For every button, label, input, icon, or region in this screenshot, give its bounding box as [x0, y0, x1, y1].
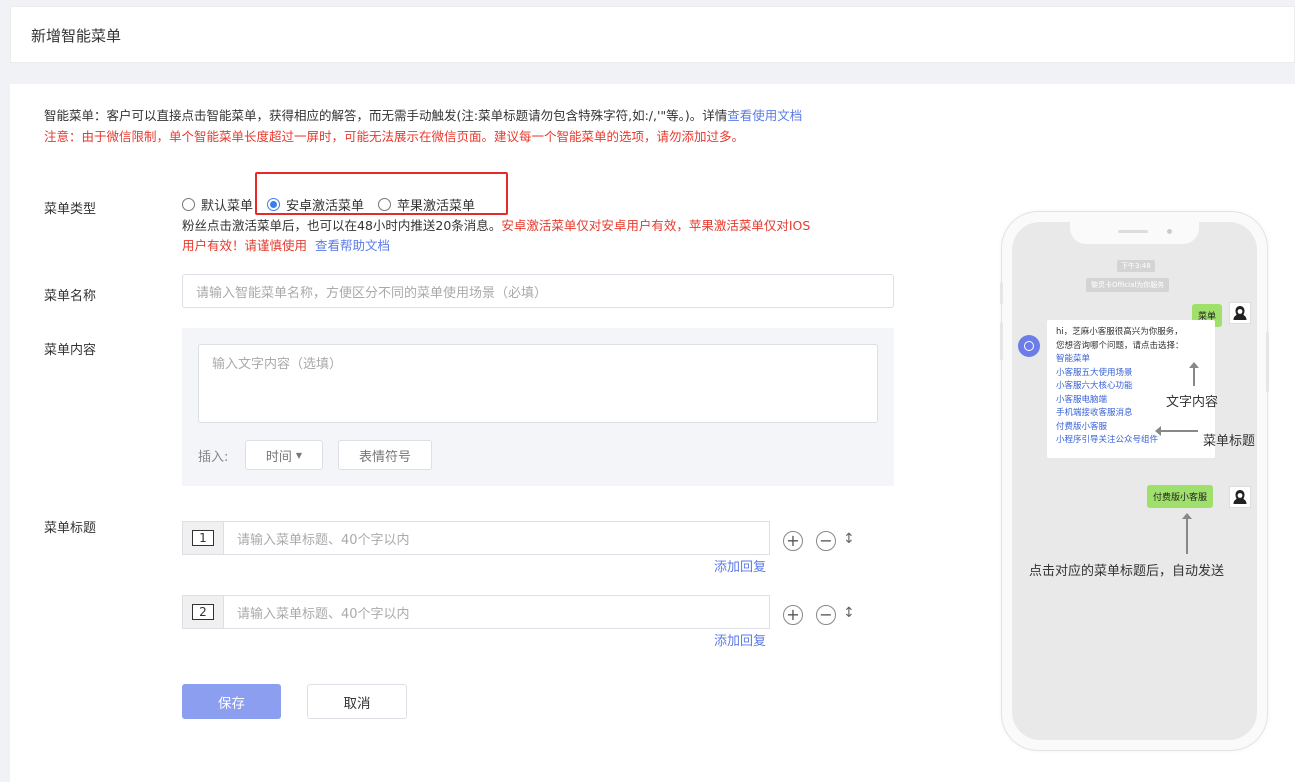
annotation-auto-send: 点击对应的菜单标题后，自动发送 — [1029, 564, 1225, 579]
arrow-head-icon — [1189, 362, 1199, 368]
phone-side-button — [1000, 282, 1003, 304]
row-number: 1 — [192, 530, 214, 546]
desc-text: 粉丝点击激活菜单后，也可以在48小时内推送20条消息。 — [182, 218, 502, 233]
menu-type-label: 菜单类型 — [44, 202, 97, 217]
annotation-arrow — [1193, 366, 1195, 386]
menu-title-input[interactable]: 请输入菜单标题、40个字以内 — [224, 596, 410, 628]
chat-system-msg: 黎灵卡Official为你服务 — [1086, 278, 1170, 292]
radio-default-menu[interactable]: 默认菜单 — [182, 195, 253, 214]
notice-warning: 注意：由于微信限制，单个智能菜单长度超过一屏时，可能无法展示在微信页面。建议每一… — [44, 129, 745, 144]
menu-name-placeholder: 请输入智能菜单名称，方便区分不同的菜单使用场景（必填） — [196, 285, 548, 301]
bot-greeting: hi，芝麻小客服很高兴为你服务， — [1056, 327, 1183, 337]
menu-title-row: 1 请输入菜单标题、40个字以内 — [182, 521, 770, 555]
user-avatar-icon — [1233, 306, 1247, 320]
menu-title-row: 2 请输入菜单标题、40个字以内 — [182, 595, 770, 629]
highlight-box — [255, 172, 508, 215]
help-doc-link[interactable]: 查看帮助文档 — [315, 238, 390, 253]
bot-avatar — [1018, 335, 1040, 357]
annotation-menu-title: 菜单标题 — [1203, 434, 1256, 449]
bot-menu-link: 小程序引导关注公众号组件 — [1056, 435, 1159, 445]
bot-menu-link: 小客服五大使用场景 — [1056, 367, 1133, 378]
user-message: 付费版小客服 — [1147, 485, 1214, 508]
bot-message: hi，芝麻小客服很高兴为你服务， 您想咨询哪个问题，请点击选择： 智能菜单 小客… — [1047, 320, 1215, 458]
menu-content-box: 输入文字内容（选填） 插入: 时间 ▼ 表情符号 — [182, 328, 894, 486]
annotation-arrow — [1160, 430, 1198, 432]
page-title: 新增智能菜单 — [31, 27, 122, 45]
row-number-cell: 1 — [183, 522, 224, 554]
menu-content-label: 菜单内容 — [44, 343, 97, 358]
add-reply-link[interactable]: 添加回复 — [714, 630, 766, 649]
remove-row-button[interactable]: − — [816, 605, 836, 625]
cancel-button[interactable]: 取消 — [307, 684, 407, 719]
desc-warning: 用户有效！请谨慎使用 — [182, 238, 308, 253]
radio-circle[interactable] — [182, 198, 195, 211]
row-number: 2 — [192, 604, 214, 620]
phone-side-button — [1000, 322, 1003, 360]
notice-line-1: 智能菜单：客户可以直接点击智能菜单，获得相应的解答，而无需手动触发(注:菜单标题… — [44, 105, 802, 124]
notice-text: 智能菜单：客户可以直接点击智能菜单，获得相应的解答，而无需手动触发(注:菜单标题… — [44, 108, 728, 123]
emoji-button-label: 表情符号 — [358, 449, 411, 465]
phone-screen: 下午3:48 黎灵卡Official为你服务 菜单 hi，芝麻小客服很高兴为你服… — [1012, 222, 1257, 740]
add-row-button[interactable]: + — [783, 531, 803, 551]
arrow-head-icon — [1182, 513, 1192, 519]
annotation-text-content: 文字内容 — [1166, 395, 1219, 410]
user-avatar — [1229, 486, 1251, 508]
phone-side-button — [1266, 332, 1269, 392]
arrow-head-icon — [1155, 426, 1161, 436]
remove-row-button[interactable]: − — [816, 531, 836, 551]
menu-title-input[interactable]: 请输入菜单标题、40个字以内 — [224, 522, 410, 554]
sort-icon[interactable]: ↕ — [843, 605, 855, 621]
bot-menu-link: 智能菜单 — [1056, 354, 1091, 364]
insert-emoji-button[interactable]: 表情符号 — [338, 440, 432, 470]
user-avatar-icon — [1233, 490, 1247, 504]
insert-label: 插入: — [198, 450, 229, 465]
form-panel: 智能菜单：客户可以直接点击智能菜单，获得相应的解答，而无需手动触发(注:菜单标题… — [10, 84, 1295, 782]
time-button-label: 时间 — [265, 449, 292, 465]
save-button[interactable]: 保存 — [182, 684, 281, 719]
usage-doc-link[interactable]: 查看使用文档 — [727, 108, 802, 123]
chat-time: 下午3:48 — [1117, 260, 1155, 272]
radio-label: 默认菜单 — [201, 199, 254, 214]
menu-name-label: 菜单名称 — [44, 289, 97, 304]
page-header: 新增智能菜单 — [10, 6, 1295, 63]
menu-title-placeholder: 请输入菜单标题、40个字以内 — [237, 532, 410, 548]
phone-preview: 下午3:48 黎灵卡Official为你服务 菜单 hi，芝麻小客服很高兴为你服… — [1000, 212, 1269, 750]
menu-name-input[interactable]: 请输入智能菜单名称，方便区分不同的菜单使用场景（必填） — [182, 274, 894, 308]
add-reply-link[interactable]: 添加回复 — [714, 556, 766, 575]
bot-greeting: 您想咨询哪个问题，请点击选择： — [1056, 340, 1184, 351]
insert-time-dropdown[interactable]: 时间 ▼ — [245, 440, 323, 470]
caret-down-icon: ▼ — [295, 450, 303, 460]
add-row-button[interactable]: + — [783, 605, 803, 625]
sort-icon[interactable]: ↕ — [843, 531, 855, 547]
menu-type-desc-line-1: 粉丝点击激活菜单后，也可以在48小时内推送20条消息。安卓激活菜单仅对安卓用户有… — [182, 215, 810, 234]
menu-type-desc-line-2: 用户有效！请谨慎使用 查看帮助文档 — [182, 235, 390, 254]
user-avatar — [1229, 302, 1251, 324]
annotation-arrow — [1186, 518, 1188, 554]
menu-title-placeholder: 请输入菜单标题、40个字以内 — [237, 606, 410, 622]
phone-notch — [1070, 222, 1199, 244]
menu-content-textarea[interactable]: 输入文字内容（选填） — [198, 344, 878, 423]
speaker — [1118, 230, 1148, 233]
textarea-placeholder: 输入文字内容（选填） — [212, 357, 343, 372]
menu-title-label: 菜单标题 — [44, 521, 97, 536]
row-number-cell: 2 — [183, 596, 224, 628]
camera — [1167, 229, 1172, 234]
desc-warning: 安卓激活菜单仅对安卓用户有效，苹果激活菜单仅对IOS — [501, 218, 811, 233]
